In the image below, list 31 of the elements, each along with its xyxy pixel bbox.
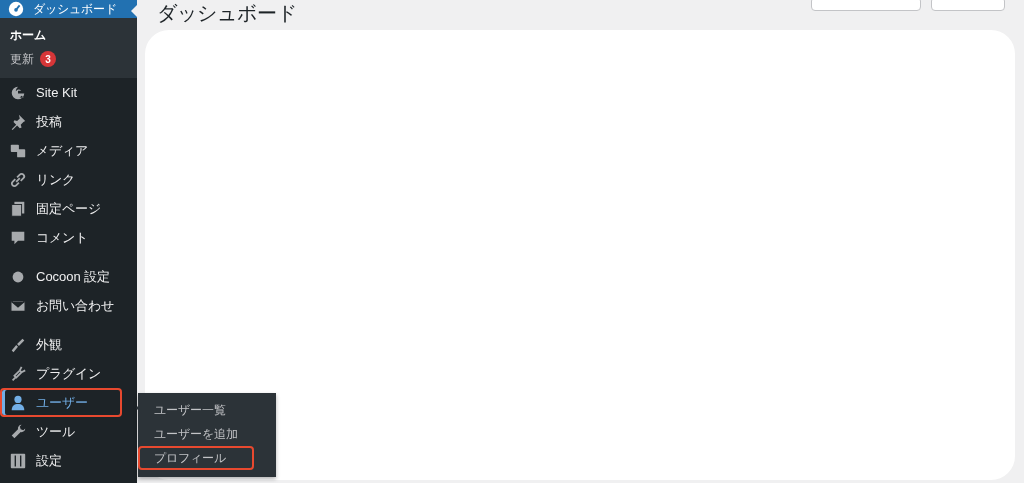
wrench-icon: [9, 422, 27, 441]
menu-item[interactable]: Cocoon 設定: [0, 262, 137, 291]
menu-item[interactable]: コメント: [0, 223, 137, 252]
menu-item[interactable]: 固定ページ: [0, 194, 137, 223]
flyout-item[interactable]: ユーザーを追加: [138, 422, 254, 446]
menu-item[interactable]: 外観: [0, 330, 137, 359]
person-icon: [9, 393, 27, 412]
submenu-item[interactable]: 更新 3: [0, 47, 56, 71]
sliders-icon: [9, 451, 27, 470]
dashboard-gauge-icon: [7, 0, 25, 18]
menu-item[interactable]: ダッシュボード: [0, 0, 137, 18]
menu-item[interactable]: メディア: [0, 136, 137, 165]
count-badge: 3: [40, 51, 56, 67]
menu-item[interactable]: 設定: [0, 446, 137, 475]
header-button[interactable]: [811, 0, 921, 11]
link-icon: [9, 170, 27, 189]
submenu-item[interactable]: ホーム: [0, 23, 46, 47]
menu-item[interactable]: Site Kit: [0, 78, 137, 107]
flyout-item[interactable]: ユーザー一覧: [138, 398, 254, 422]
pushpin-icon: [9, 112, 27, 131]
menu-item[interactable]: 投稿: [0, 107, 137, 136]
menu-item[interactable]: お問い合わせ: [0, 291, 137, 320]
pages-icon: [9, 199, 27, 218]
menu-item[interactable]: リンク: [0, 165, 137, 194]
plug-icon: [9, 364, 27, 383]
header-button[interactable]: [931, 0, 1005, 11]
flyout-item[interactable]: プロフィール: [138, 446, 254, 470]
menu-item[interactable]: プラグイン: [0, 359, 137, 388]
menu-item[interactable]: ツール: [0, 417, 137, 446]
page-title: ダッシュボード: [157, 1, 297, 26]
menu-item[interactable]: ユーザー: [0, 388, 122, 417]
